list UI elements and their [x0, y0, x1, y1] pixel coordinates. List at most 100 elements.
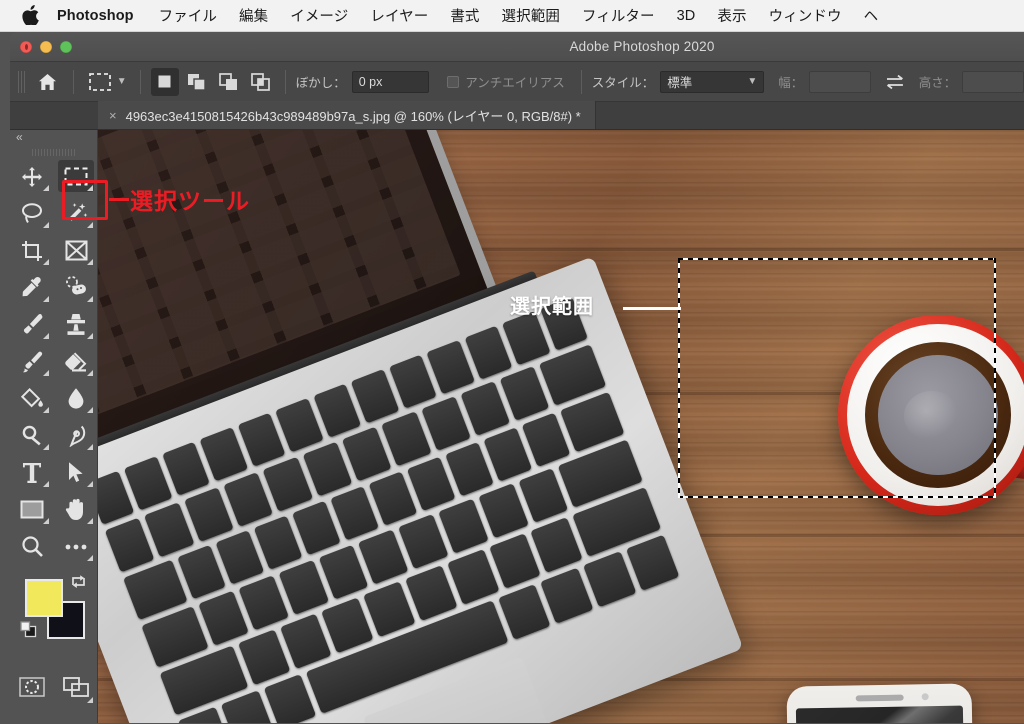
- current-tool-thumb: [87, 69, 113, 95]
- screen-mode-button[interactable]: [54, 667, 98, 707]
- tool-flyout-triangle: [43, 444, 49, 450]
- dodge-tool[interactable]: [10, 417, 54, 454]
- swap-colors-icon[interactable]: [70, 573, 87, 590]
- menu-item-view[interactable]: 表示: [706, 5, 757, 26]
- quick-mask-button[interactable]: [10, 667, 54, 707]
- photoshop-window: Adobe Photoshop 2020 ▼ ぼかし： 0 px アンチエイリア…: [10, 32, 1024, 724]
- tool-preset-picker[interactable]: ▼: [84, 67, 130, 97]
- menu-item-image[interactable]: イメージ: [279, 5, 359, 26]
- menu-item-help[interactable]: ヘ: [853, 5, 879, 26]
- feather-input[interactable]: 0 px: [351, 70, 430, 93]
- hand-tool[interactable]: [54, 491, 98, 528]
- add-to-selection-button[interactable]: [183, 68, 211, 96]
- eyedropper-tool[interactable]: [10, 269, 54, 306]
- move-tool[interactable]: [10, 158, 54, 195]
- eyedropper-icon: [22, 276, 41, 297]
- chevron-down-icon: ▼: [116, 76, 127, 87]
- pen-tool[interactable]: [54, 417, 98, 454]
- annotation-tool-leader-line: [109, 198, 129, 201]
- add-to-selection-icon: [188, 73, 206, 91]
- minimize-button[interactable]: [40, 40, 52, 53]
- blur-tool[interactable]: [54, 380, 98, 417]
- document-tab[interactable]: × 4963ec3e4150815426b43c989489b97a_s.jpg…: [98, 101, 596, 129]
- lasso-icon: [21, 203, 42, 223]
- eraser-tool[interactable]: [54, 343, 98, 380]
- style-label: スタイル：: [591, 76, 655, 90]
- height-input[interactable]: [962, 70, 1024, 93]
- magnifier-icon: [21, 536, 43, 557]
- phone-earpiece: [855, 694, 904, 702]
- zoom-button[interactable]: [60, 40, 72, 53]
- options-separator-3: [284, 69, 286, 94]
- menu-item-edit[interactable]: 編集: [228, 5, 279, 26]
- subtract-from-selection-button[interactable]: [215, 68, 243, 96]
- tool-flyout-triangle: [43, 370, 49, 376]
- menu-item-photoshop[interactable]: Photoshop: [57, 8, 148, 24]
- options-separator-1: [72, 69, 74, 94]
- ellipsis-icon: [65, 544, 87, 549]
- tool-options-bar: ▼ ぼかし： 0 px アンチエイリアス スタイル： 標準 ▼ 幅： 高さ：: [10, 62, 1024, 102]
- type-tool[interactable]: [10, 454, 54, 491]
- style-select[interactable]: 標準 ▼: [660, 70, 765, 93]
- swap-width-height-icon[interactable]: [885, 74, 905, 90]
- selection-marquee[interactable]: [678, 258, 996, 498]
- window-title: Adobe Photoshop 2020: [569, 39, 715, 54]
- frame-tool[interactable]: [54, 232, 98, 269]
- tool-flyout-triangle: [87, 555, 93, 561]
- tool-flyout-triangle: [87, 407, 93, 413]
- tool-flyout-triangle: [87, 518, 93, 524]
- gradient-tool[interactable]: [10, 380, 54, 417]
- rectangle-tool[interactable]: [10, 491, 54, 528]
- image-canvas[interactable]: [98, 130, 1024, 723]
- crop-tool[interactable]: [10, 232, 54, 269]
- color-swatch-area: [10, 571, 97, 663]
- chevron-down-icon: ▼: [747, 76, 758, 87]
- antialias-label: アンチエイリアス: [465, 76, 565, 90]
- edit-toolbar-tool[interactable]: [54, 528, 98, 565]
- type-t-icon: [23, 462, 41, 483]
- menu-item-file[interactable]: ファイル: [148, 5, 228, 26]
- collapse-panel-icon[interactable]: [10, 102, 98, 129]
- options-bar-grip[interactable]: [18, 70, 27, 93]
- menu-item-window[interactable]: ウィンドウ: [758, 5, 853, 26]
- phone-screen: [795, 705, 966, 723]
- clone-stamp-tool[interactable]: [54, 306, 98, 343]
- home-button[interactable]: [33, 68, 63, 96]
- document-tab-title: 4963ec3e4150815426b43c989489b97a_s.jpg @…: [125, 108, 581, 124]
- menu-item-type[interactable]: 書式: [439, 5, 490, 26]
- menu-item-layer[interactable]: レイヤー: [359, 5, 439, 26]
- default-colors-icon[interactable]: [20, 621, 37, 638]
- antialias-checkbox[interactable]: [447, 75, 460, 88]
- height-label: 高さ：: [918, 76, 957, 90]
- mode-buttons-row: [10, 667, 97, 707]
- tool-flyout-triangle: [43, 296, 49, 302]
- close-button[interactable]: [20, 40, 32, 53]
- rectangular-marquee-icon: [88, 72, 111, 91]
- history-brush-tool[interactable]: [10, 343, 54, 380]
- new-selection-button[interactable]: [150, 67, 179, 96]
- tool-flyout-triangle: [43, 333, 49, 339]
- menu-item-select[interactable]: 選択範囲: [491, 5, 571, 26]
- toolbar-grip[interactable]: [31, 149, 76, 156]
- brush-tool[interactable]: [10, 306, 54, 343]
- path-selection-tool[interactable]: [54, 454, 98, 491]
- toolbar-collapse-label: «: [16, 130, 23, 144]
- lasso-tool[interactable]: [10, 195, 54, 232]
- tool-flyout-triangle: [43, 259, 49, 265]
- apple-logo-icon[interactable]: [22, 4, 39, 25]
- marquee-bottom-edge: [678, 496, 996, 498]
- toolbar-collapse-button[interactable]: «: [10, 130, 97, 144]
- new-selection-icon: [158, 75, 171, 88]
- menu-item-3d[interactable]: 3D: [666, 8, 707, 24]
- intersect-with-selection-button[interactable]: [247, 68, 275, 96]
- close-tab-icon[interactable]: ×: [109, 109, 117, 122]
- clone-stamp-icon: [67, 314, 85, 335]
- selection-mode-group: [150, 67, 275, 96]
- menu-item-filter[interactable]: フィルター: [571, 5, 666, 26]
- zoom-tool[interactable]: [10, 528, 54, 565]
- annotation-tool-highlight-box: [62, 180, 108, 220]
- style-selected-value: 標準: [667, 76, 693, 90]
- healing-brush-tool[interactable]: [54, 269, 98, 306]
- width-input[interactable]: [809, 70, 871, 93]
- foreground-color-swatch[interactable]: [25, 579, 63, 617]
